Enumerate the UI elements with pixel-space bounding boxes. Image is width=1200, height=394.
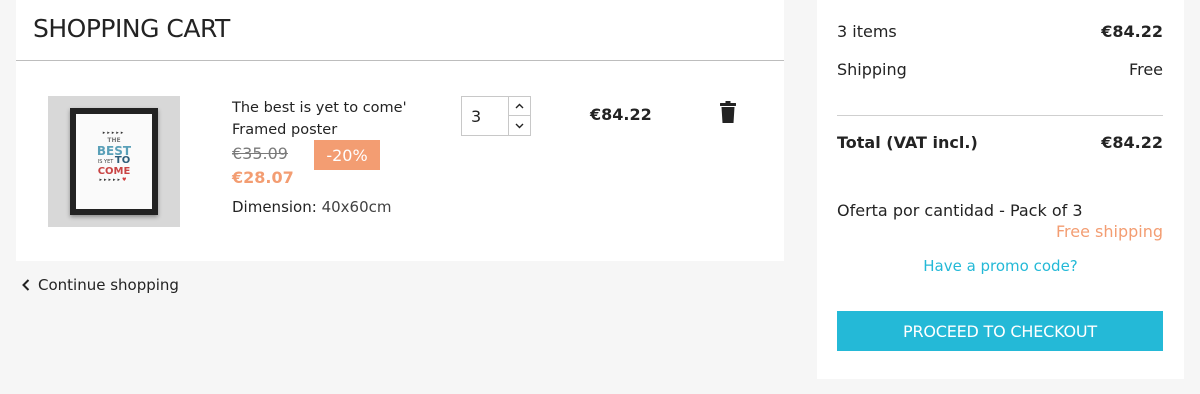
total-value: €84.22 [1101,133,1163,152]
trash-icon [720,101,736,123]
continue-shopping-link[interactable]: Continue shopping [22,276,179,294]
shipping-label: Shipping [837,60,907,79]
items-count-label: 3 items [837,22,897,41]
quantity-increment-button[interactable] [509,96,531,116]
cart-panel: SHOPPING CART ▸▸▸▸▸ THE BEST IS YET TO C… [16,0,784,261]
discount-badge: -20% [314,140,380,170]
divider [16,60,784,61]
dimension-label: Dimension: [232,198,317,216]
summary-divider [837,115,1163,116]
quantity-input[interactable]: 3 [461,96,509,136]
current-price: €28.07 [232,168,294,187]
regular-price: €35.09 [232,144,288,163]
quantity-decrement-button[interactable] [509,116,531,136]
promo-code-link[interactable]: Have a promo code? [817,257,1184,275]
poster-text-come: COME [97,166,131,177]
shipping-value: Free [1129,60,1163,79]
continue-shopping-label: Continue shopping [38,276,179,294]
chevron-left-icon [22,279,30,291]
items-subtotal: €84.22 [1101,22,1163,41]
product-image[interactable]: ▸▸▸▸▸ THE BEST IS YET TO COME ▸▸▸▸▸♥ [48,96,180,227]
page-title: SHOPPING CART [33,14,230,43]
total-label: Total (VAT incl.) [837,133,978,152]
poster-frame: ▸▸▸▸▸ THE BEST IS YET TO COME ▸▸▸▸▸♥ [70,108,158,215]
checkout-button[interactable]: PROCEED TO CHECKOUT [837,311,1163,351]
product-attribute: Dimension: 40x60cm [232,198,392,216]
remove-item-button[interactable] [720,101,736,125]
summary-shipping-row: Shipping Free [837,60,1163,79]
poster-art: ▸▸▸▸▸ THE BEST IS YET TO COME ▸▸▸▸▸♥ [85,130,143,184]
line-total: €84.22 [590,105,652,124]
quantity-value: 3 [471,107,482,126]
product-name-link[interactable]: The best is yet to come' Framed poster [232,97,432,141]
poster-text-is-yet: IS YET [97,159,114,165]
dimension-value: 40x60cm [321,198,392,216]
chevron-down-icon [515,123,524,128]
summary-total-row: Total (VAT incl.) €84.22 [837,133,1163,152]
poster-text-to: TO [114,155,131,166]
cart-summary: 3 items €84.22 Shipping Free Total (VAT … [817,0,1184,379]
offer-value: Free shipping [1055,222,1163,241]
offer-label: Oferta por cantidad - Pack of 3 [837,201,1083,220]
chevron-up-icon [515,103,524,109]
summary-items-row: 3 items €84.22 [837,22,1163,41]
